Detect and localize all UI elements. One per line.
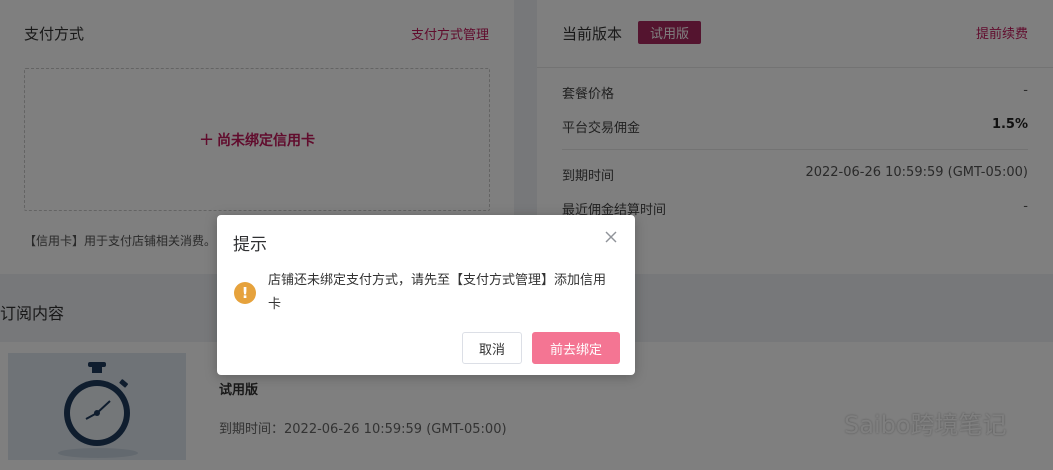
dialog-message: 店铺还未绑定支付方式，请先至【支付方式管理】添加信用卡 xyxy=(268,273,607,312)
bind-now-button[interactable]: 前去绑定 xyxy=(532,332,620,364)
cancel-button[interactable]: 取消 xyxy=(462,332,522,364)
notice-dialog: 提示 ! 店铺还未绑定支付方式，请先至【支付方式管理】添加信用卡 取消 前去绑定 xyxy=(217,215,635,375)
warning-icon: ! xyxy=(234,282,256,304)
close-icon[interactable] xyxy=(603,229,619,245)
dialog-title: 提示 xyxy=(233,235,267,255)
